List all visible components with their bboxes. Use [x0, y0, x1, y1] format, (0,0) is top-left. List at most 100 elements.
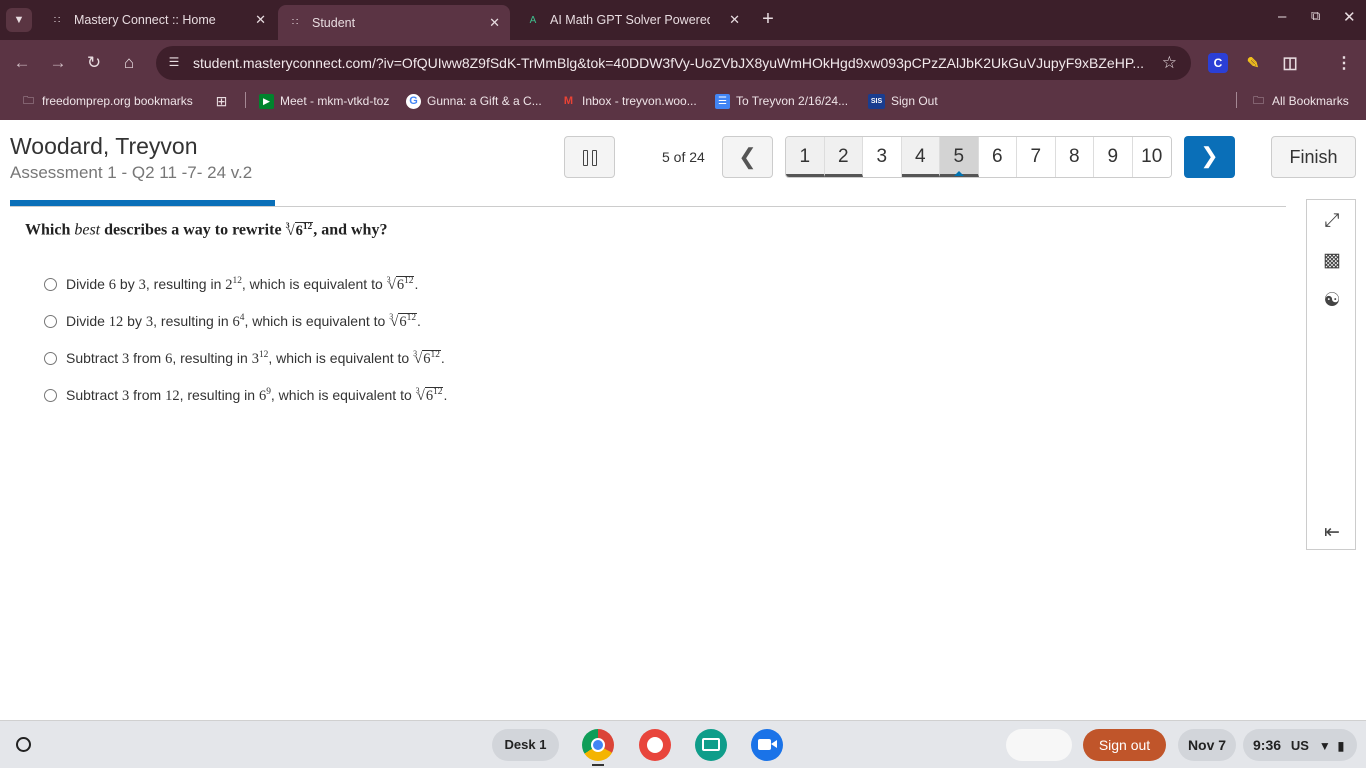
apps-grid-button[interactable]: ⊞: [214, 92, 235, 110]
back-arrow-icon[interactable]: ←: [11, 52, 33, 74]
new-tab-plus-icon[interactable]: +: [758, 9, 778, 29]
line-reader-icon[interactable]: ▩: [1321, 250, 1343, 272]
all-bookmarks-label: All Bookmarks: [1272, 94, 1349, 108]
option-text-part: , resulting in: [145, 275, 226, 292]
status-tray[interactable]: 9:36 US ▼ ▮: [1243, 729, 1357, 761]
collapse-sidebar-icon[interactable]: ⇤: [1321, 522, 1343, 544]
bookmark-label: Gunna: a Gift & a C...: [427, 94, 542, 108]
bookmark-inbox[interactable]: M Inbox - treyvon.woo...: [561, 92, 697, 110]
extensions-puzzle-icon[interactable]: ◫: [1280, 53, 1300, 73]
question-number-label: 9: [1107, 146, 1119, 167]
expand-icon[interactable]: ⤢: [1321, 210, 1343, 232]
tab-mastery-connect-home[interactable]: ∷ Mastery Connect :: Home ✕: [40, 5, 276, 35]
tote-holding-space[interactable]: [1006, 729, 1072, 761]
question-number-button[interactable]: 1: [786, 137, 825, 177]
radical-expression: 3√612: [386, 275, 415, 293]
chrome-app-icon[interactable]: [582, 729, 614, 761]
question-number-label: 10: [1141, 146, 1163, 167]
finish-button[interactable]: Finish: [1271, 136, 1356, 178]
question-prompt: Which best describes a way to rewrite 3√…: [25, 221, 387, 240]
radical-exponent: 12: [406, 313, 417, 324]
extension-pen-icon[interactable]: ✎: [1243, 53, 1263, 73]
question-number-label: 4: [914, 146, 926, 167]
zoom-camera-lens: [771, 740, 777, 748]
bookmark-sign-out[interactable]: SIS Sign Out: [868, 92, 938, 110]
reload-icon[interactable]: ↻: [83, 52, 105, 74]
date-tray[interactable]: Nov 7: [1178, 729, 1236, 761]
radio-button[interactable]: [44, 315, 57, 328]
radio-button[interactable]: [44, 389, 57, 402]
power-base: 3: [251, 350, 259, 367]
all-bookmarks[interactable]: 🗀 All Bookmarks: [1251, 92, 1349, 110]
home-icon[interactable]: ⌂: [118, 52, 140, 74]
radical-expression: 3√612: [415, 386, 444, 404]
more-menu-icon[interactable]: ⋮: [1334, 53, 1354, 73]
radical-exponent: 12: [302, 221, 313, 232]
radical-exponent: 12: [404, 276, 414, 287]
option-text-part: from: [129, 349, 166, 366]
bookmark-gunna[interactable]: G Gunna: a Gift & a C...: [406, 92, 542, 110]
question-number-button[interactable]: 7: [1017, 137, 1056, 177]
tab-student[interactable]: ∷ Student ✕: [278, 5, 510, 40]
question-text: , and why?: [313, 221, 388, 239]
maximize-icon[interactable]: ⧉: [1311, 8, 1320, 24]
canvas-app-icon[interactable]: [639, 729, 671, 761]
forward-arrow-icon[interactable]: →: [47, 52, 69, 74]
sign-out-button[interactable]: Sign out: [1083, 729, 1166, 761]
answer-option[interactable]: Divide 12 by 3, resulting in 64, which i…: [44, 303, 447, 340]
extension-c-label: C: [1213, 56, 1223, 70]
accessibility-icon[interactable]: ☯: [1321, 290, 1343, 312]
docs-icon: ☰: [715, 93, 730, 109]
question-number-button[interactable]: 8: [1055, 137, 1094, 177]
question-number-button[interactable]: 10: [1132, 137, 1171, 177]
next-question-button[interactable]: ❯: [1184, 136, 1235, 178]
meet-icon: ▶: [259, 93, 274, 109]
radio-button[interactable]: [44, 352, 57, 365]
answer-option[interactable]: Divide 6 by 3, resulting in 212, which i…: [44, 266, 447, 303]
pause-button[interactable]: [564, 136, 615, 178]
option-text-part: , resulting in: [172, 349, 252, 366]
close-icon[interactable]: ✕: [255, 12, 266, 28]
tab-label: Student: [312, 15, 356, 30]
question-number-button[interactable]: 5: [940, 137, 979, 177]
site-info-icon[interactable]: ☰: [166, 55, 182, 71]
bookmark-to-treyvon[interactable]: ☰ To Treyvon 2/16/24...: [715, 92, 848, 110]
classroom-app-icon[interactable]: [695, 729, 727, 761]
question-number-button[interactable]: 9: [1094, 137, 1133, 177]
url-text[interactable]: student.masteryconnect.com/?iv=OfQUIww8Z…: [193, 55, 1148, 71]
question-number-button[interactable]: 2: [824, 137, 863, 177]
answer-option[interactable]: Subtract 3 from 6, resulting in 312, whi…: [44, 340, 447, 377]
question-number-button[interactable]: 6: [978, 137, 1017, 177]
current-question-caret-icon: [954, 171, 964, 176]
close-icon[interactable]: ✕: [729, 12, 740, 28]
tab-ai-math-gpt[interactable]: A AI Math GPT Solver Powered by ✕: [516, 5, 750, 35]
extension-c-icon[interactable]: C: [1208, 53, 1228, 73]
tab-search-chevron-icon[interactable]: ▼: [6, 8, 32, 32]
bookmark-freedomprep[interactable]: 🗀 freedomprep.org bookmarks: [21, 92, 193, 110]
zoom-app-icon[interactable]: [751, 729, 783, 761]
active-app-indicator: [592, 764, 604, 766]
close-icon[interactable]: ✕: [489, 15, 500, 31]
answer-option[interactable]: Subtract 3 from 12, resulting in 69, whi…: [44, 377, 447, 414]
launcher-icon[interactable]: [16, 737, 31, 752]
address-bar[interactable]: ☰ student.masteryconnect.com/?iv=OfQUIww…: [156, 46, 1191, 80]
question-number-button[interactable]: 3: [863, 137, 902, 177]
browser-tab-strip: ▼ ∷ Mastery Connect :: Home ✕ ∷ Student …: [0, 0, 1366, 40]
folder-icon: 🗀: [1253, 94, 1264, 107]
option-text-part: , resulting in: [153, 312, 233, 329]
option-text-part: from: [129, 386, 166, 403]
bookmark-meet[interactable]: ▶ Meet - mkm-vtkd-toz: [259, 92, 389, 110]
radio-button[interactable]: [44, 278, 57, 291]
option-text: Divide 6 by 3, resulting in 212, which i…: [66, 275, 419, 293]
desk-button[interactable]: Desk 1: [492, 729, 559, 761]
option-text-part: , which is equivalent to: [268, 349, 414, 366]
radical-index: 3: [386, 275, 391, 285]
bookmark-star-icon[interactable]: ☆: [1162, 53, 1177, 73]
question-number-button[interactable]: 4: [901, 137, 940, 177]
previous-question-button[interactable]: ❮: [722, 136, 773, 178]
minimize-icon[interactable]: –: [1278, 8, 1286, 25]
mastery-connect-icon: ∷: [53, 14, 61, 26]
pause-icon-bar: [583, 150, 588, 166]
window-close-icon[interactable]: ✕: [1343, 8, 1356, 26]
question-number-label: 7: [1030, 146, 1042, 167]
